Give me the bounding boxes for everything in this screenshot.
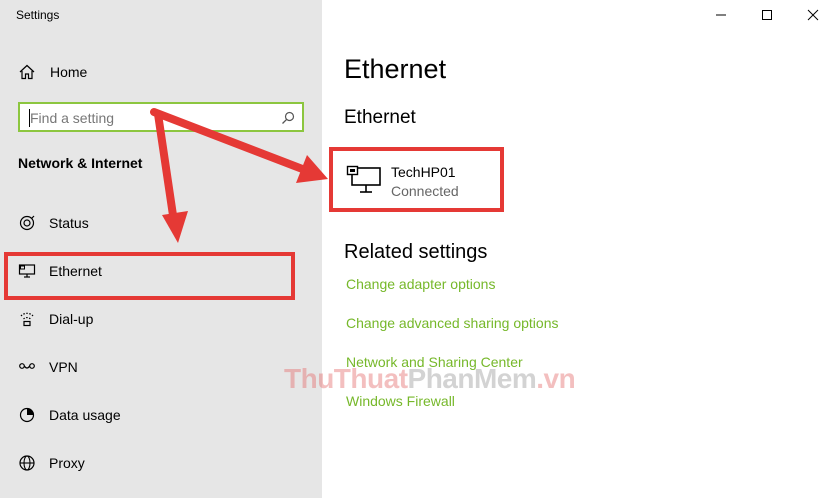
dialup-icon	[18, 310, 36, 328]
home-icon	[19, 64, 35, 80]
sidebar-item-status[interactable]: Status	[18, 211, 89, 235]
sidebar-item-label: Proxy	[49, 455, 85, 471]
section-title: Network & Internet	[18, 155, 143, 171]
search-icon[interactable]	[280, 110, 296, 126]
page-title: Ethernet	[344, 54, 447, 84]
maximize-icon	[762, 10, 772, 20]
watermark-part: .vn	[536, 363, 576, 394]
minimize-icon	[716, 14, 726, 16]
search-box[interactable]	[18, 102, 304, 132]
home-label: Home	[50, 64, 88, 80]
sidebar-item-vpn[interactable]: VPN	[18, 355, 78, 379]
vpn-icon	[18, 358, 36, 376]
sidebar-item-label: Status	[49, 215, 89, 231]
data-usage-icon	[18, 406, 36, 424]
network-sharing-center-link[interactable]: Network and Sharing Center	[346, 354, 523, 370]
maximize-button[interactable]	[744, 0, 790, 30]
home-nav-item[interactable]: Home	[18, 60, 87, 84]
sidebar-item-ethernet[interactable]: Ethernet	[18, 259, 102, 283]
sidebar-item-dialup[interactable]: Dial-up	[18, 307, 93, 331]
ethernet-subheading: Ethernet	[344, 107, 416, 128]
sidebar-item-label: Ethernet	[49, 263, 102, 279]
windows-firewall-link[interactable]: Windows Firewall	[346, 393, 455, 409]
minimize-button[interactable]	[698, 0, 744, 30]
status-icon	[18, 214, 36, 232]
sidebar-item-data-usage[interactable]: Data usage	[18, 403, 121, 427]
related-settings-title: Related settings	[344, 241, 488, 263]
network-adapter-tile[interactable]: TechHP01 Connected	[329, 147, 504, 212]
globe-icon	[18, 454, 36, 472]
ethernet-icon	[18, 262, 36, 280]
close-button[interactable]	[790, 0, 836, 30]
sidebar: Settings Home Network & Internet Status	[0, 0, 322, 498]
sidebar-item-label: Data usage	[49, 407, 121, 423]
window-controls	[698, 0, 836, 30]
adapter-status: Connected	[391, 183, 459, 199]
sidebar-item-label: VPN	[49, 359, 78, 375]
change-advanced-sharing-link[interactable]: Change advanced sharing options	[346, 315, 559, 331]
search-input[interactable]	[30, 109, 270, 127]
computer-network-icon	[346, 165, 381, 193]
change-adapter-options-link[interactable]: Change adapter options	[346, 276, 495, 292]
window-title: Settings	[16, 8, 60, 22]
adapter-name: TechHP01	[391, 164, 456, 180]
sidebar-item-label: Dial-up	[49, 311, 94, 327]
close-icon	[807, 9, 819, 21]
text-caret	[29, 109, 30, 127]
sidebar-item-proxy[interactable]: Proxy	[18, 451, 85, 475]
